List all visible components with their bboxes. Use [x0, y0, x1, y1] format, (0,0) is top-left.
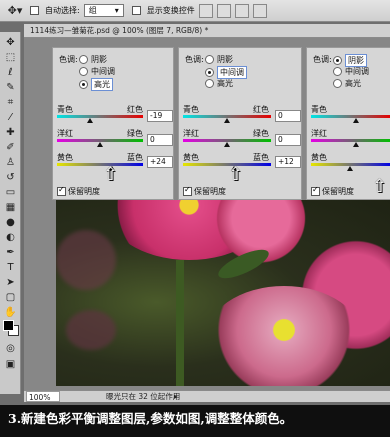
- blur-tool-icon[interactable]: ●: [3, 216, 18, 229]
- move-tool-icon[interactable]: ✥▾: [4, 3, 26, 19]
- preserve-luminosity-checkbox[interactable]: 保留明度: [183, 185, 226, 197]
- auto-select-value: 组: [88, 6, 97, 15]
- slider-right-label: 绿色: [127, 129, 143, 138]
- crop-tool-icon[interactable]: ⌗: [3, 96, 18, 109]
- tone-label: 色调:: [185, 55, 204, 64]
- slider-knob[interactable]: [97, 142, 103, 147]
- brush-tool-icon[interactable]: ✐: [3, 141, 18, 154]
- lasso-tool-icon[interactable]: ℓ: [3, 66, 18, 79]
- mouse-cursor-icon: ⇧: [372, 176, 388, 197]
- toolbox: ✥ ⬚ ℓ ✎ ⌗ ⁄ ✚ ✐ ♙ ↺ ▭ ▦ ● ◐ ✒ T ➤ ▢ ✋ ◎ …: [0, 32, 21, 394]
- foreground-color-swatch[interactable]: [3, 320, 14, 331]
- options-bar: ✥▾ 自动选择: 组 ▾ 显示变换控件: [0, 0, 390, 22]
- tone-radio-highlights[interactable]: 高光: [205, 78, 233, 89]
- shape-tool-icon[interactable]: ▢: [3, 291, 18, 304]
- align-left-icon[interactable]: [252, 3, 267, 18]
- slider-knob[interactable]: [353, 142, 359, 147]
- marquee-tool-icon[interactable]: ⬚: [3, 51, 18, 64]
- canvas-photo[interactable]: [56, 200, 390, 386]
- slider-knob[interactable]: [87, 118, 93, 123]
- daisy-flower: [204, 286, 364, 386]
- slider-left-label: 洋红: [311, 129, 327, 138]
- tone-radio-highlights[interactable]: 高光: [79, 78, 113, 91]
- chevron-right-icon[interactable]: ▸: [174, 391, 178, 402]
- tone-radio-highlights[interactable]: 高光: [333, 78, 361, 89]
- mouse-cursor-icon: ⇧: [228, 164, 244, 185]
- slider-knob[interactable]: [353, 118, 359, 123]
- yellow-blue-slider[interactable]: [57, 163, 143, 166]
- show-transform-checkbox[interactable]: [131, 6, 141, 15]
- cyan-red-value-input[interactable]: 0: [275, 110, 301, 122]
- screen-mode-icon[interactable]: ▣: [3, 358, 18, 371]
- tutorial-caption: 3.新建色彩平衡调整图层,参数如图,调整整体颜色。: [0, 405, 390, 437]
- slider-right-label: 绿色: [253, 129, 269, 138]
- zoom-input[interactable]: 100%: [26, 391, 60, 402]
- auto-select-checkbox[interactable]: [30, 6, 39, 15]
- quick-mask-icon[interactable]: ◎: [3, 342, 18, 355]
- align-top-icon[interactable]: [198, 3, 213, 18]
- tone-radio-midtones[interactable]: 中间调: [79, 66, 115, 77]
- yellow-blue-value-input[interactable]: +24: [147, 156, 173, 168]
- yellow-blue-value-input[interactable]: +12: [275, 156, 301, 168]
- mouse-cursor-icon: ⇧: [103, 164, 119, 185]
- slider-knob[interactable]: [224, 118, 230, 123]
- align-middle-icon[interactable]: [216, 3, 231, 18]
- healing-brush-icon[interactable]: ✚: [3, 126, 18, 139]
- slider-knob[interactable]: [347, 166, 353, 171]
- tone-label: 色调:: [313, 55, 332, 64]
- slider-left-label: 青色: [57, 105, 73, 114]
- magenta-green-value-input[interactable]: 0: [147, 134, 173, 146]
- eraser-tool-icon[interactable]: ▭: [3, 186, 18, 199]
- history-brush-icon[interactable]: ↺: [3, 171, 18, 184]
- gradient-tool-icon[interactable]: ▦: [3, 201, 18, 214]
- slider-left-label: 青色: [311, 105, 327, 114]
- eyedropper-tool-icon[interactable]: ⁄: [3, 111, 18, 124]
- tone-radio-shadows[interactable]: 阴影: [79, 54, 107, 65]
- yellow-blue-slider[interactable]: [183, 163, 271, 166]
- cyan-red-value-input[interactable]: -19: [147, 110, 173, 122]
- tone-radio-shadows[interactable]: 阴影: [205, 54, 233, 65]
- align-bottom-icon[interactable]: [234, 3, 249, 18]
- cyan-red-slider[interactable]: [311, 115, 390, 118]
- chevron-down-icon: ▾: [114, 6, 119, 15]
- bokeh-blob: [56, 230, 116, 290]
- slider-right-label: 红色: [253, 105, 269, 114]
- dodge-tool-icon[interactable]: ◐: [3, 231, 18, 244]
- slider-right-label: 蓝色: [253, 153, 269, 162]
- magenta-green-value-input[interactable]: 0: [275, 134, 301, 146]
- slider-left-label: 青色: [183, 105, 199, 114]
- status-info: 曝光只在 32 位起作用: [106, 392, 181, 401]
- bokeh-blob: [66, 310, 116, 350]
- slider-left-label: 黄色: [57, 153, 73, 162]
- pen-tool-icon[interactable]: ✒: [3, 246, 18, 259]
- slider-left-label: 黄色: [311, 153, 327, 162]
- type-tool-icon[interactable]: T: [3, 261, 18, 274]
- auto-select-label: 自动选择:: [45, 6, 80, 15]
- tone-label: 色调:: [59, 55, 78, 64]
- status-bar: 100% 曝光只在 32 位起作用 ▸: [24, 390, 390, 402]
- hand-tool-icon[interactable]: ✋: [3, 306, 18, 319]
- slider-left-label: 洋红: [57, 129, 73, 138]
- quick-select-tool-icon[interactable]: ✎: [3, 81, 18, 94]
- auto-select-dropdown[interactable]: 组 ▾: [83, 4, 124, 17]
- show-transform-label: 显示变换控件: [146, 6, 195, 15]
- slider-knob[interactable]: [224, 142, 230, 147]
- move-tool-icon[interactable]: ✥: [3, 36, 18, 49]
- path-select-icon[interactable]: ➤: [3, 276, 18, 289]
- cyan-red-slider[interactable]: [57, 115, 143, 118]
- document-title: 1114练习—雏菊花.psd @ 100% (图层 7, RGB/8) *: [24, 24, 390, 38]
- clone-stamp-icon[interactable]: ♙: [3, 156, 18, 169]
- tone-radio-midtones[interactable]: 中间调: [333, 66, 369, 77]
- flower-stem: [176, 260, 184, 386]
- magenta-green-slider[interactable]: [311, 139, 390, 142]
- slider-left-label: 洋红: [183, 129, 199, 138]
- slider-left-label: 黄色: [183, 153, 199, 162]
- preserve-luminosity-checkbox[interactable]: 保留明度: [311, 185, 354, 197]
- slider-right-label: 蓝色: [127, 153, 143, 162]
- preserve-luminosity-checkbox[interactable]: 保留明度: [57, 185, 100, 197]
- slider-right-label: 红色: [127, 105, 143, 114]
